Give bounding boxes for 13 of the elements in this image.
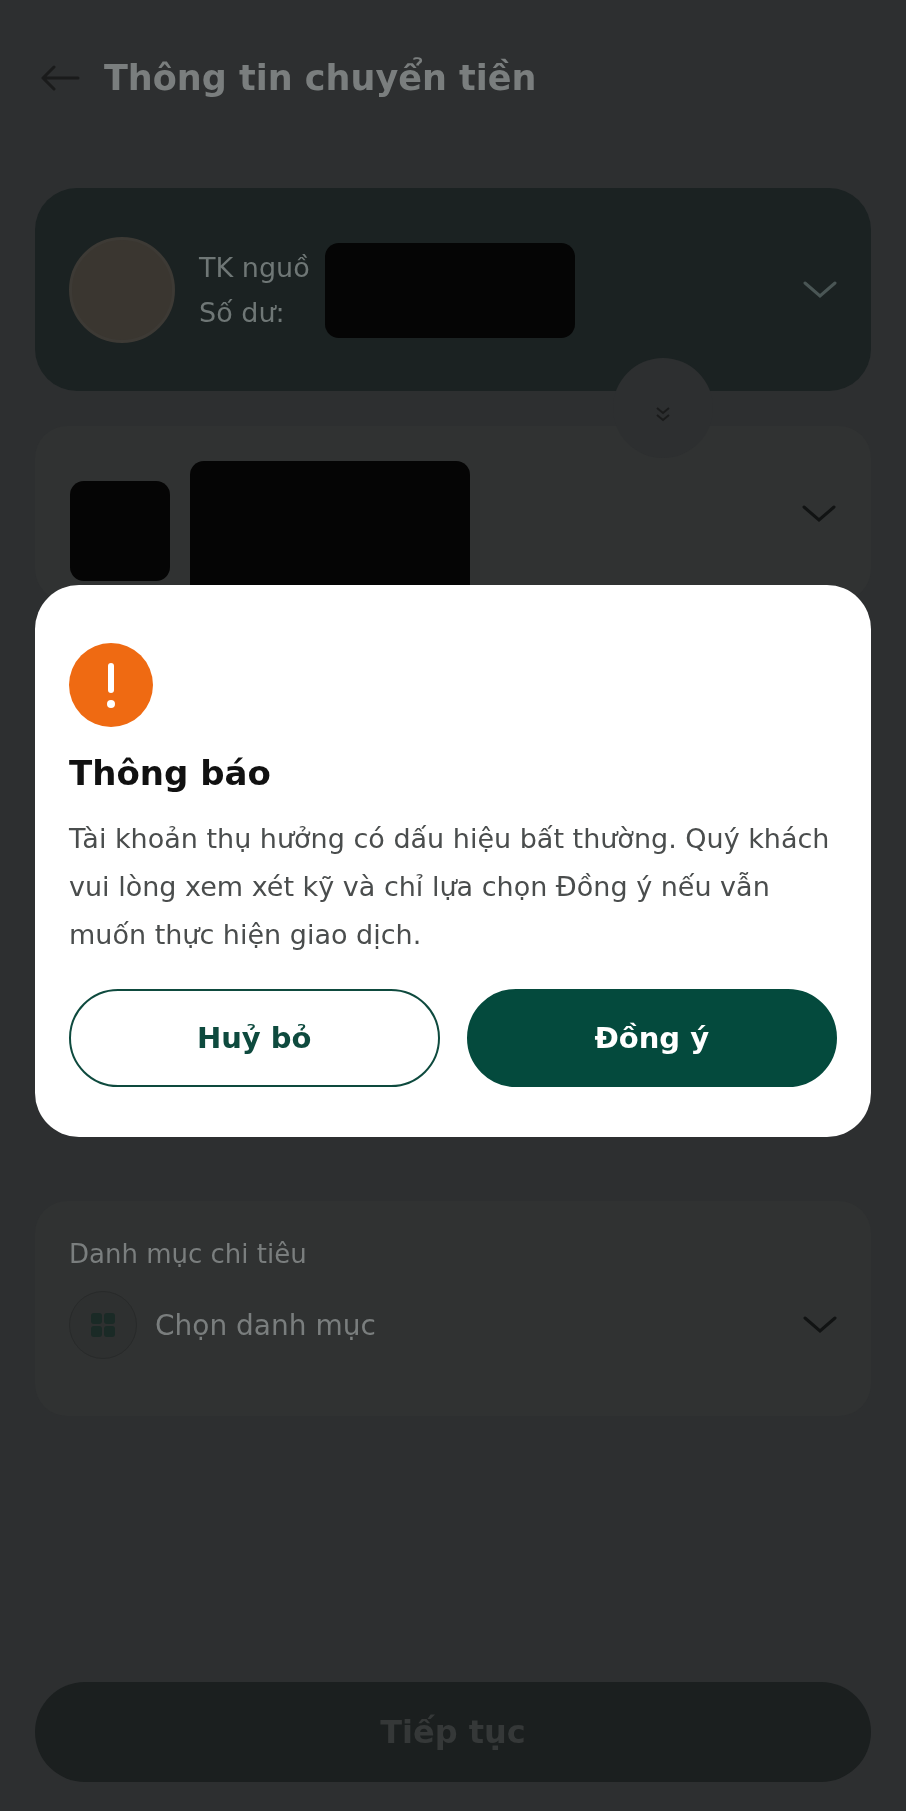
chevron-down-icon [803, 1316, 837, 1334]
warning-icon [69, 643, 153, 727]
chevron-down-icon [803, 280, 837, 299]
confirm-button[interactable]: Đồng ý [466, 989, 837, 1087]
chevron-down-icon [802, 504, 836, 523]
dialog-title: Thông báo [69, 753, 272, 793]
field-label: Danh mục chi tiêu [69, 1239, 308, 1269]
screen-title: Thông tin chuyển tiền [104, 58, 537, 98]
balance-label: Số dư: [199, 296, 286, 328]
account-label: TK nguồ [199, 251, 311, 283]
dialog-message: Tài khoản thụ hưởng có dấu hiệu bất thường. Quý khách vui lòng xem xét kỹ và chỉ lựa chọn Đồng ý nếu vẫn muốn thực hiện giao dịch. [69, 822, 831, 952]
cancel-button[interactable]: Huỷ bỏ [69, 989, 440, 1087]
category-select[interactable]: Chọn danh mục [69, 1291, 837, 1359]
